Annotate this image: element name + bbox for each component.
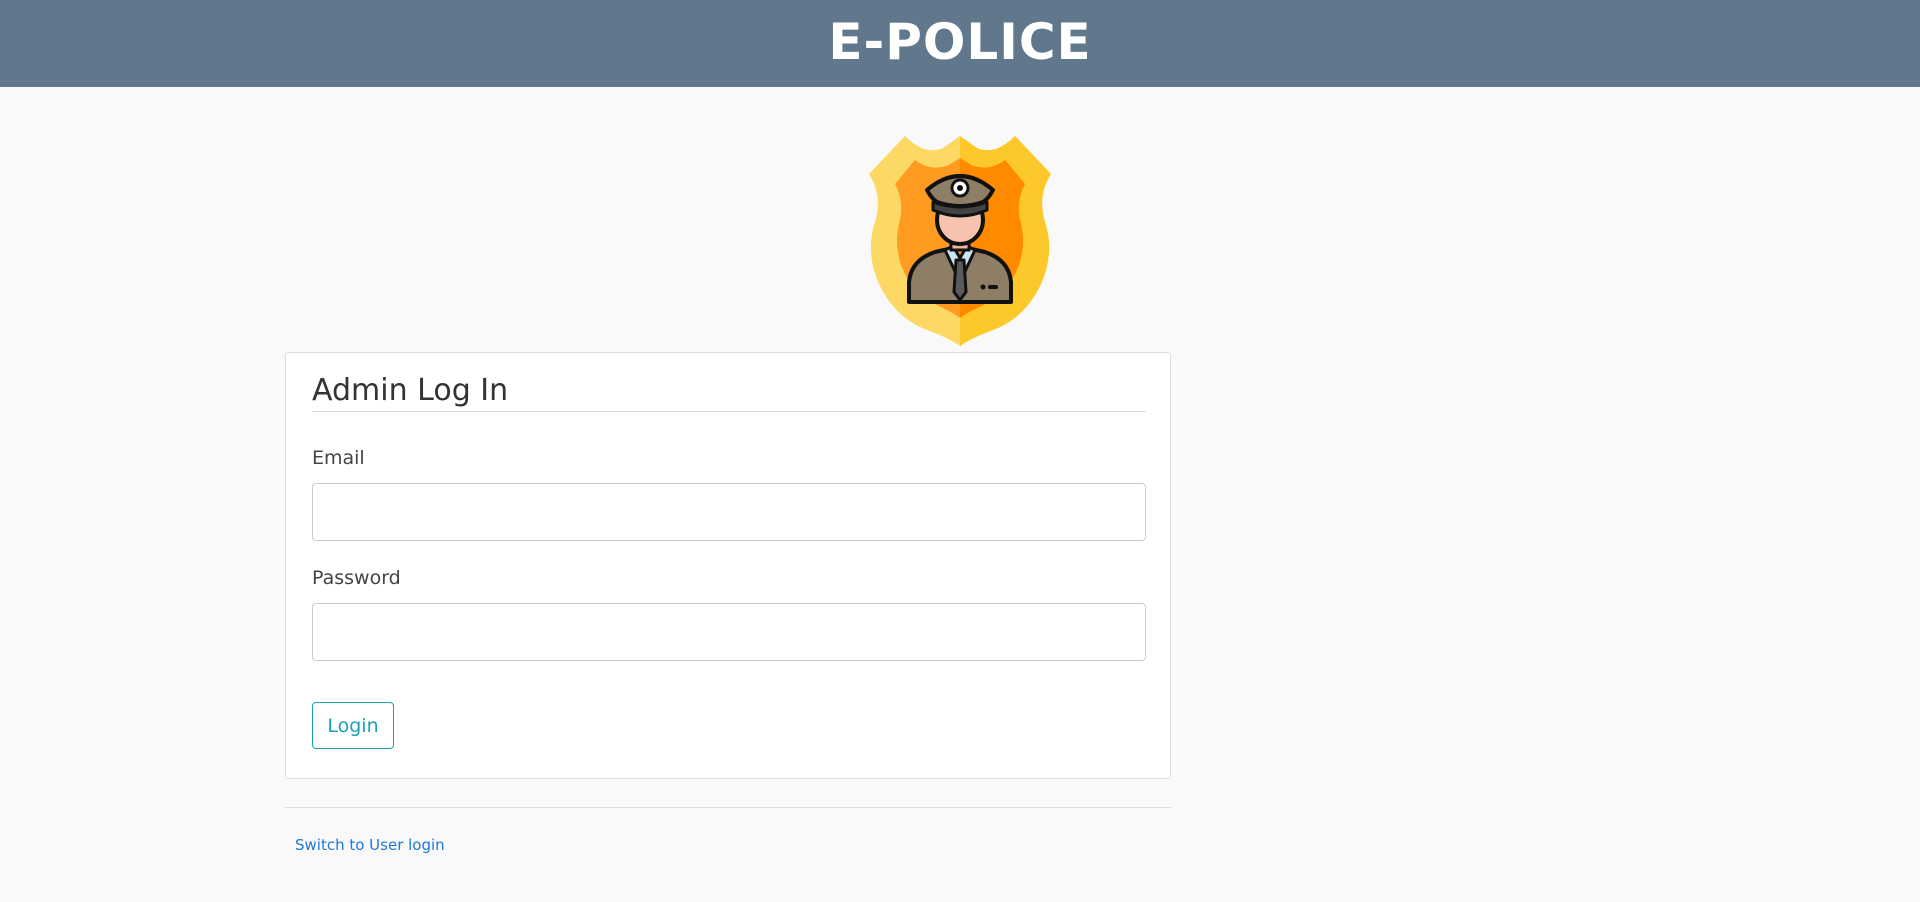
police-officer-badge-icon — [865, 132, 1055, 347]
password-label: Password — [312, 567, 401, 589]
app-header: E-POLICE — [0, 0, 1920, 87]
password-field[interactable] — [312, 603, 1146, 661]
switch-to-user-login-link[interactable]: Switch to User login — [295, 836, 445, 854]
email-field[interactable] — [312, 483, 1146, 541]
email-label: Email — [312, 447, 365, 469]
app-title: E-POLICE — [828, 12, 1092, 71]
login-button[interactable]: Login — [312, 702, 394, 749]
footer-divider — [285, 807, 1171, 808]
admin-login-card: Admin Log In Email Password Login — [285, 352, 1171, 779]
login-title: Admin Log In — [312, 371, 1146, 412]
